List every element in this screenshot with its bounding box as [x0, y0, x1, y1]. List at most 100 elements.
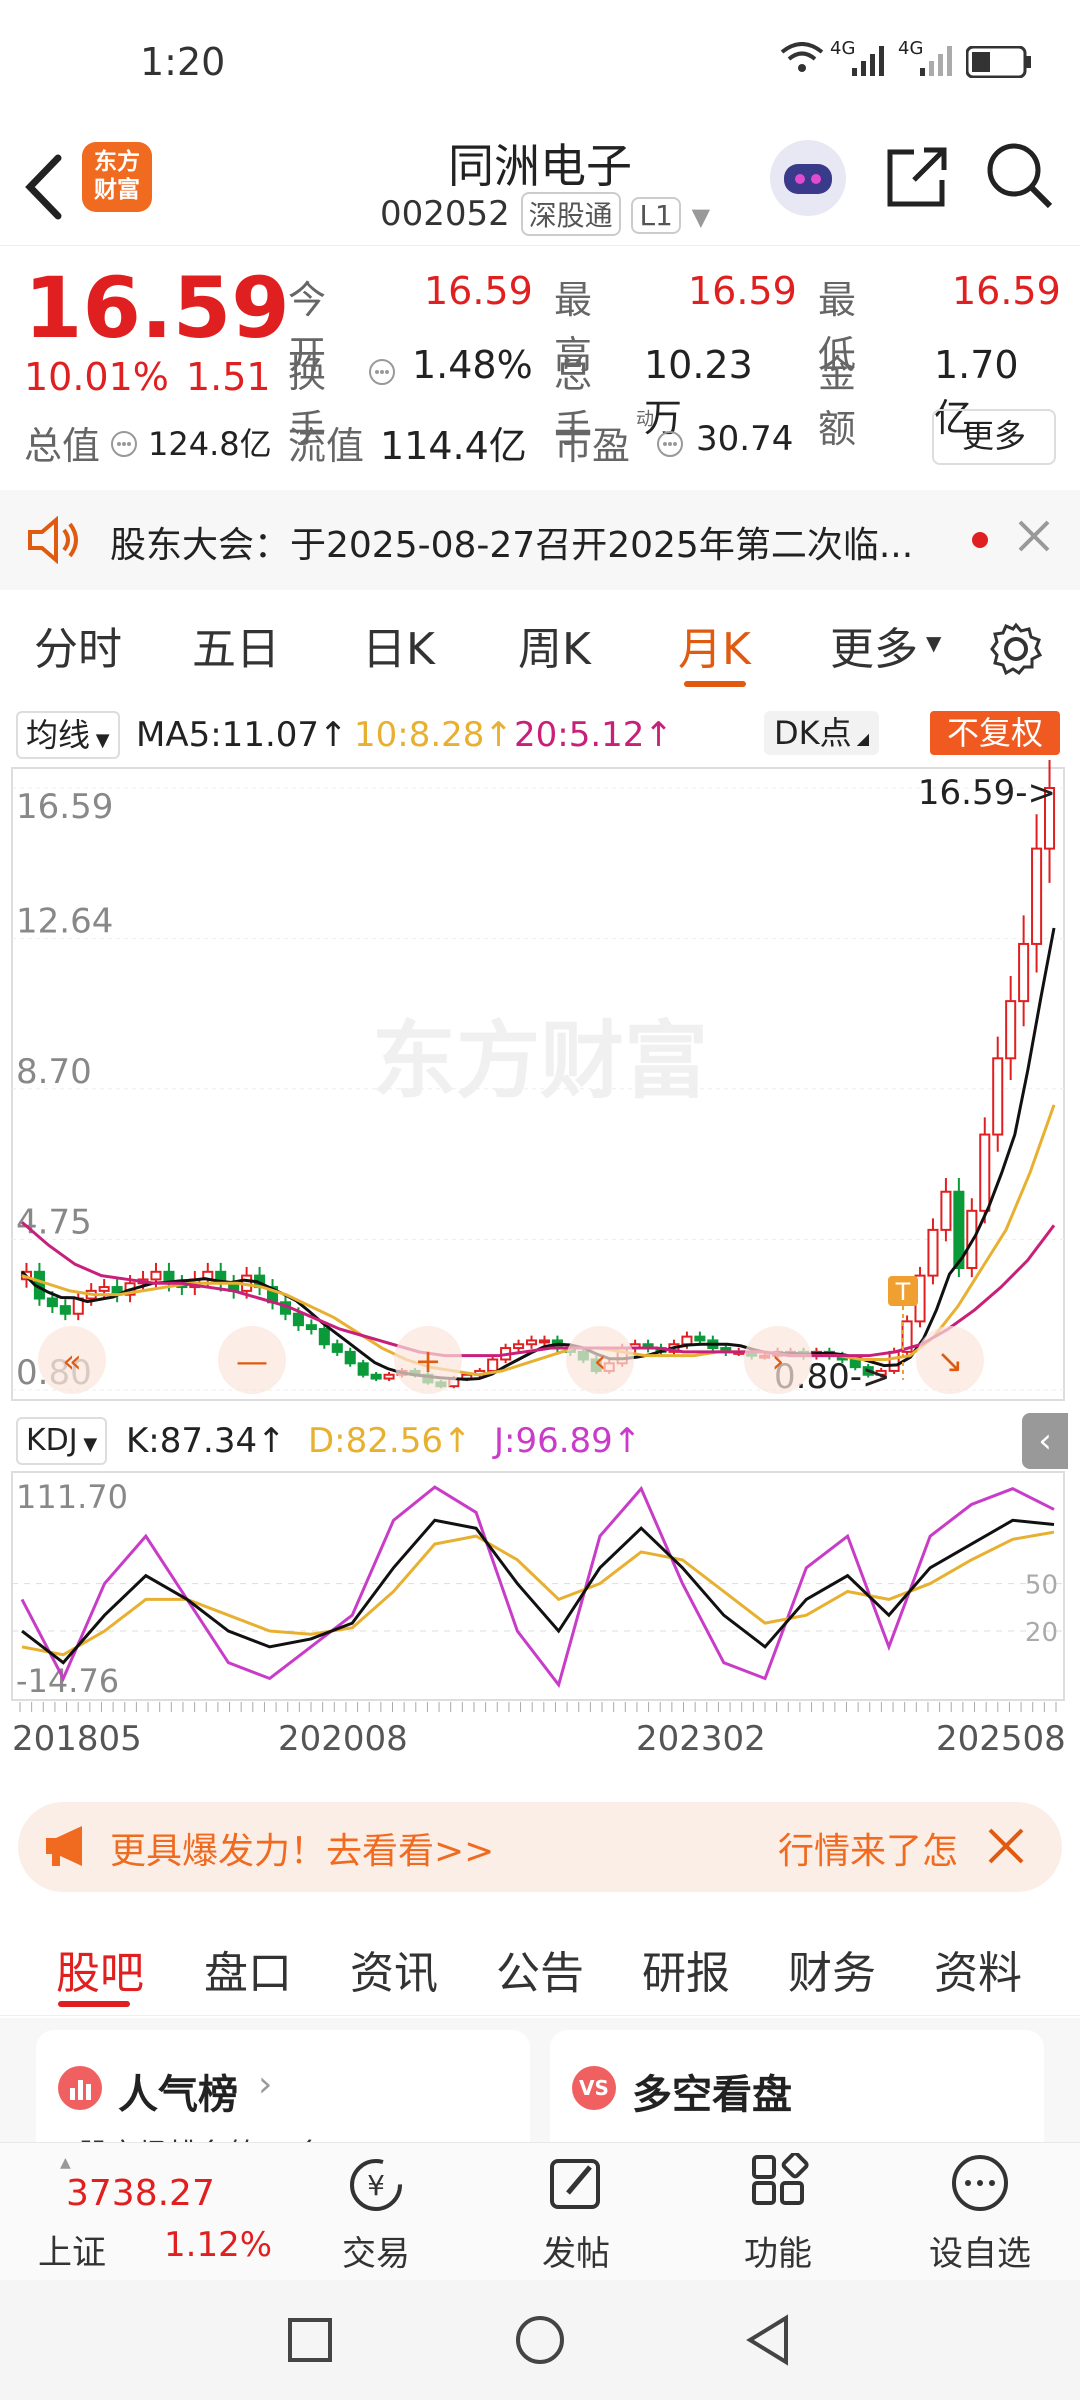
- chart-settings-icon[interactable]: [988, 621, 1044, 681]
- kline-svg: 东方财富16.5912.648.704.750.8016.59->0.80->T…: [11, 750, 1066, 1759]
- active-tab-indicator: [684, 681, 746, 687]
- kdj-label: KDJ: [26, 1423, 78, 1458]
- dk-label: DK点: [774, 714, 852, 752]
- amount-label: 金额: [818, 352, 857, 451]
- promo-banner[interactable]: 更具爆发力！去看看>> 行情来了怎: [18, 1802, 1062, 1892]
- candle-body: [538, 1339, 551, 1344]
- kdj-level-label: 20: [1025, 1618, 1058, 1648]
- kdj-j-value: J:96.89↑: [494, 1421, 642, 1461]
- turnover-info-icon[interactable]: [368, 351, 396, 395]
- nav-add-watchlist-label: 设自选: [929, 2234, 1031, 2274]
- home-icon[interactable]: [514, 2314, 566, 2370]
- nav-functions[interactable]: 功能: [708, 2151, 848, 2275]
- candle-body: [318, 1327, 330, 1346]
- popularity-card[interactable]: 人气榜 › A股市场排名第21名: [36, 2030, 530, 2142]
- nav-add-watchlist[interactable]: 设自选: [910, 2153, 1050, 2275]
- candle-body: [992, 1057, 1004, 1136]
- kline-chart[interactable]: 东方财富16.5912.648.704.750.8016.59->0.80->T…: [0, 750, 1080, 1790]
- kdj-select[interactable]: KDJ ▼: [16, 1417, 108, 1465]
- index-ticker[interactable]: ▲ 3738.27 上证 1.12%: [18, 2155, 272, 2275]
- quote-panel: 16.59 10.01% 1.51 今开 16.59 最高 16.59 最低 1…: [0, 245, 1080, 490]
- max-price-marker: 16.59->: [918, 773, 1056, 813]
- tab-guba[interactable]: 股吧: [56, 1937, 144, 2001]
- tab-intraday[interactable]: 分时: [34, 613, 122, 677]
- index-name: 上证: [38, 2233, 106, 2273]
- recent-apps-icon[interactable]: [286, 2316, 334, 2368]
- candle-body: [331, 1343, 343, 1353]
- kdj-j-line: [20, 1485, 1055, 1689]
- last-price: 16.59: [24, 259, 290, 357]
- banner-text: 更具爆发力！去看看>>: [110, 1831, 495, 1872]
- stock-header: 东方 财富 同洲电子 002052 深股通 L1 ▼: [0, 130, 1080, 246]
- trade-icon: ¥: [350, 2159, 402, 2211]
- collapse-panel-icon[interactable]: ‹: [1022, 1413, 1068, 1469]
- pe-info-icon[interactable]: [656, 423, 684, 467]
- tab-five-day[interactable]: 五日: [192, 613, 280, 677]
- price-axis-label: 8.70: [16, 1052, 92, 1092]
- assistant-robot-icon[interactable]: [770, 140, 846, 216]
- feature-cards: 人气榜 › A股市场排名第21名 VS 多空看盘: [0, 2018, 1080, 2142]
- active-subtab-indicator: [58, 2001, 130, 2007]
- chart-control-glyph: ↘: [937, 1342, 964, 1380]
- tab-research[interactable]: 研报: [642, 1937, 730, 2001]
- wifi-icon: [780, 42, 824, 80]
- ma20-value: 20:5.12↑: [514, 715, 673, 755]
- candle-body: [979, 1133, 991, 1212]
- status-time: 1:20: [140, 40, 226, 84]
- candle-body: [487, 1358, 499, 1372]
- chart-control-glyph: ›: [772, 1342, 785, 1380]
- share-icon[interactable]: [884, 140, 948, 214]
- ma-bar: 均线 ▼ MA5:11.07↑ 10:8.28↑ 20:5.12↑ DK点 ◢ …: [0, 705, 1080, 765]
- tab-profile[interactable]: 资料: [934, 1937, 1022, 2001]
- battery-icon: [965, 45, 1032, 82]
- price-axis-label: 12.64: [16, 902, 113, 942]
- total-cap-label: 总值: [24, 424, 101, 468]
- tab-daily-k[interactable]: 日K: [362, 613, 435, 677]
- close-notice-icon[interactable]: [1016, 518, 1052, 558]
- price-adjust-button[interactable]: 不复权: [930, 711, 1060, 755]
- nav-post[interactable]: 发帖: [506, 2153, 646, 2275]
- total-cap-info-icon[interactable]: [110, 423, 138, 467]
- svg-text:¥: ¥: [367, 2169, 385, 2202]
- tab-weekly-k[interactable]: 周K: [518, 613, 591, 677]
- bull-bear-card[interactable]: VS 多空看盘: [550, 2030, 1044, 2142]
- turnover-value: 1.48%: [412, 343, 533, 387]
- nav-post-label: 发帖: [542, 2234, 610, 2274]
- indicator-label: 均线: [26, 716, 91, 754]
- more-quote-button[interactable]: 更多: [932, 409, 1056, 465]
- search-icon[interactable]: [984, 140, 1054, 214]
- notice-bar[interactable]: 股东大会：于2025-08-27召开2025年第二次临...: [0, 490, 1080, 590]
- dk-point-button[interactable]: DK点 ◢: [764, 711, 880, 755]
- candle-body: [150, 1270, 162, 1281]
- tab-more[interactable]: 更多: [830, 613, 918, 677]
- code-dropdown-icon[interactable]: ▼: [692, 203, 710, 231]
- ma10-value: 10:8.28↑: [354, 715, 513, 755]
- indicator-select[interactable]: 均线 ▼: [16, 711, 120, 759]
- tab-news[interactable]: 资讯: [350, 1937, 438, 2001]
- nav-trade-label: 交易: [342, 2234, 410, 2274]
- watermark: 东方财富: [372, 1012, 708, 1110]
- notice-text: 股东大会：于2025-08-27召开2025年第二次临...: [110, 525, 914, 566]
- ma5-value: MA5:11.07↑: [136, 715, 348, 755]
- kdj-k-line: [21, 1518, 1055, 1665]
- candle-body: [46, 1297, 58, 1308]
- nav-trade[interactable]: ¥ 交易: [306, 2153, 446, 2275]
- candle-body: [525, 1339, 538, 1346]
- tab-finance[interactable]: 财务: [788, 1937, 876, 2001]
- bottom-nav: ▲ 3738.27 上证 1.12% ¥ 交易 发帖 功能 设自选: [0, 2142, 1080, 2281]
- pe-value: 30.74: [696, 419, 794, 459]
- signal-icon-2: [920, 46, 956, 80]
- edit-icon: [550, 2159, 600, 2209]
- candle-body: [370, 1373, 382, 1380]
- back-nav-icon[interactable]: [744, 2314, 792, 2370]
- tab-monthly-k[interactable]: 月K: [678, 613, 751, 677]
- chart-control-glyph: —: [236, 1342, 268, 1380]
- close-banner-icon[interactable]: [986, 1826, 1026, 1870]
- tab-announcements[interactable]: 公告: [496, 1937, 584, 2001]
- tab-pankou[interactable]: 盘口: [204, 1937, 292, 2001]
- candle-body: [940, 1190, 952, 1231]
- status-bar: 1:20 4G 4G: [0, 0, 1080, 130]
- popularity-sub: A股市场排名第21名: [58, 2130, 327, 2142]
- total-cap-value: 124.8亿: [148, 425, 272, 463]
- time-axis-label: 201805: [12, 1719, 142, 1759]
